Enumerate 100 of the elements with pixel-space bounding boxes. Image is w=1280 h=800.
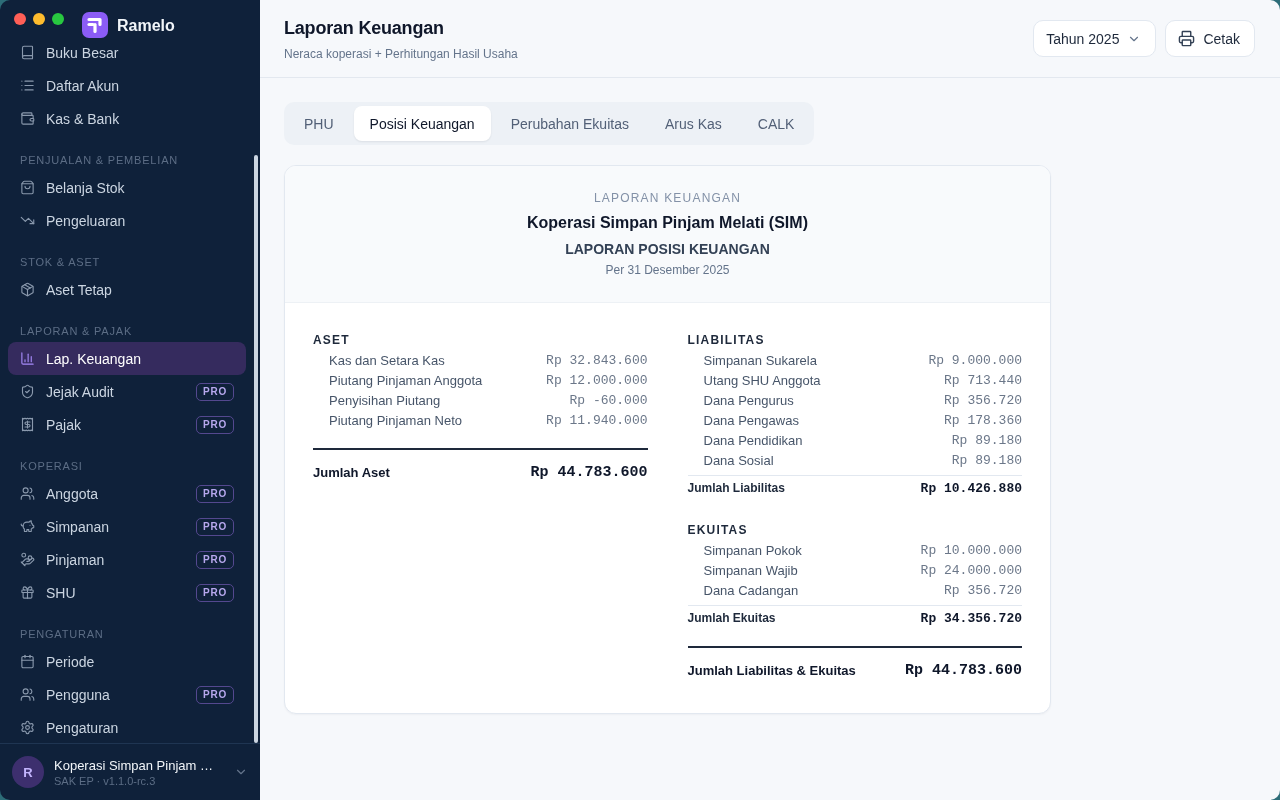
account-name: Dana Sosial xyxy=(702,452,774,468)
report-kicker: LAPORAN KEUANGAN xyxy=(593,190,742,206)
sidebar-item[interactable]: Kas & Bank xyxy=(8,102,246,135)
print-button[interactable]: Cetak xyxy=(1165,20,1255,57)
sidebar-item[interactable]: Jejak Audit PRO xyxy=(8,375,246,408)
shield-check-icon xyxy=(20,384,35,399)
sidebar-item[interactable]: Anggota PRO xyxy=(8,477,246,510)
pro-badge: PRO xyxy=(195,550,234,569)
sidebar-item[interactable]: Lap. Keuangan xyxy=(8,342,246,375)
close-window-icon[interactable] xyxy=(14,13,26,25)
sidebar-item-label: Pajak xyxy=(46,416,83,433)
pro-badge: PRO xyxy=(195,484,234,503)
sidebar-item-label: Lap. Keuangan xyxy=(46,350,142,367)
version-text: SAK EP · v1.1.0-rc.3 xyxy=(54,773,157,788)
total-label: Jumlah Aset xyxy=(313,464,390,480)
piggy-bank-icon xyxy=(20,519,35,534)
sidebar-item-label: Aset Tetap xyxy=(46,281,113,298)
amount: Rp 178.360 xyxy=(944,412,1022,428)
section-title: EKUITAS xyxy=(687,522,748,538)
account-name: Piutang Pinjaman Anggota xyxy=(328,372,483,388)
subtotal-amount: Rp 10.426.880 xyxy=(920,480,1022,496)
amount: Rp 24.000.000 xyxy=(920,562,1022,578)
app-name: Ramelo xyxy=(117,16,175,36)
account-name: Kas dan Setara Kas xyxy=(328,352,445,368)
report-date: Per 31 Desember 2025 xyxy=(605,262,730,278)
section-title: LIABILITAS xyxy=(687,332,765,348)
sidebar-item[interactable]: Buku Besar xyxy=(8,36,246,69)
sidebar-item-label: Pengaturan xyxy=(46,719,120,736)
sidebar-item[interactable]: Pajak PRO xyxy=(8,408,246,441)
account-name: Simpanan Sukarela xyxy=(702,352,817,368)
sidebar-item[interactable]: Pengaturan xyxy=(8,711,246,743)
account-name: Simpanan Wajib xyxy=(702,562,798,578)
minimize-window-icon[interactable] xyxy=(33,13,45,25)
sidebar-item-label: Anggota xyxy=(46,485,100,502)
account-name: Penyisihan Piutang xyxy=(328,392,441,408)
sidebar-item[interactable]: Simpanan PRO xyxy=(8,510,246,543)
subtotal-label: Jumlah Ekuitas xyxy=(687,611,776,625)
subtotal-label: Jumlah Liabilitas xyxy=(687,481,785,495)
subtotal-amount: Rp 34.356.720 xyxy=(920,610,1022,626)
amount: Rp 89.180 xyxy=(951,432,1022,448)
avatar: R xyxy=(12,756,44,788)
calendar-icon xyxy=(20,654,35,669)
sidebar-item-label: Periode xyxy=(46,653,96,670)
sidebar-item-label: Daftar Akun xyxy=(46,77,121,94)
sidebar-item-label: Kas & Bank xyxy=(46,110,121,127)
report-tab[interactable]: PHU xyxy=(288,106,350,141)
package-icon xyxy=(20,282,35,297)
sidebar-item-label: Buku Besar xyxy=(46,44,120,61)
account-name: Dana Pengawas xyxy=(702,412,799,428)
sidebar-item[interactable]: Pinjaman PRO xyxy=(8,543,246,576)
report-title: LAPORAN POSISI KEUANGAN xyxy=(565,240,770,259)
sidebar-item-label: Pengeluaran xyxy=(46,212,127,229)
page-title: Laporan Keuangan xyxy=(284,16,445,40)
scrollbar-thumb[interactable] xyxy=(254,155,258,743)
sidebar-item[interactable]: Pengguna PRO xyxy=(8,678,246,711)
pro-badge: PRO xyxy=(195,382,234,401)
sidebar-item[interactable]: Pengeluaran xyxy=(8,204,246,237)
wallet-icon xyxy=(20,111,35,126)
amount: Rp 11.940.000 xyxy=(546,412,648,428)
section-heading: PENGATURAN xyxy=(19,627,105,642)
users-icon xyxy=(20,687,35,702)
pro-badge: PRO xyxy=(195,415,234,434)
pro-badge: PRO xyxy=(195,583,234,602)
section-heading: KOPERASI xyxy=(19,459,84,474)
logo-icon xyxy=(82,12,108,38)
account-name: Piutang Pinjaman Neto xyxy=(328,412,462,428)
sidebar-item[interactable]: SHU PRO xyxy=(8,576,246,609)
maximize-window-icon[interactable] xyxy=(52,13,64,25)
hand-coins-icon xyxy=(20,552,35,567)
amount: Rp 10.000.000 xyxy=(920,542,1022,558)
settings-icon xyxy=(20,720,35,735)
sidebar-item-label: Jejak Audit xyxy=(46,383,115,400)
sidebar-item[interactable]: Daftar Akun xyxy=(8,69,246,102)
year-select[interactable]: Tahun 2025 xyxy=(1033,20,1157,57)
report-tab[interactable]: Arus Kas xyxy=(648,106,738,141)
section-title: ASET xyxy=(313,332,350,348)
sidebar-item-label: Pengguna xyxy=(46,686,111,703)
report-tab[interactable]: Posisi Keuangan xyxy=(353,106,491,141)
account-name: Dana Pengurus xyxy=(702,392,794,408)
bar-chart-icon xyxy=(20,351,35,366)
shopping-bag-icon xyxy=(20,180,35,195)
pro-badge: PRO xyxy=(195,517,234,536)
sidebar-item-label: SHU xyxy=(46,584,77,601)
total-label: Jumlah Liabilitas & Ekuitas xyxy=(687,662,856,678)
account-name: Dana Pendidikan xyxy=(702,432,803,448)
amount: Rp 89.180 xyxy=(951,452,1022,468)
organization-name: Koperasi Simpan Pinjam … xyxy=(54,756,214,774)
sidebar-item[interactable]: Aset Tetap xyxy=(8,273,246,306)
book-icon xyxy=(20,45,35,60)
sidebar-item[interactable]: Belanja Stok xyxy=(8,171,246,204)
users-icon xyxy=(20,486,35,501)
report-tab[interactable]: CALK xyxy=(741,106,811,141)
sidebar-item[interactable]: Periode xyxy=(8,645,246,678)
total-amount: Rp 44.783.600 xyxy=(904,661,1022,679)
report-tab[interactable]: Perubahan Ekuitas xyxy=(494,106,645,141)
amount: Rp 356.720 xyxy=(944,582,1022,598)
organization-title: Koperasi Simpan Pinjam Melati (SIM) xyxy=(527,213,808,233)
section-heading: PENJUALAN & PEMBELIAN xyxy=(19,153,179,168)
amount: Rp -60.000 xyxy=(569,392,648,408)
section-heading: STOK & ASET xyxy=(19,255,102,270)
